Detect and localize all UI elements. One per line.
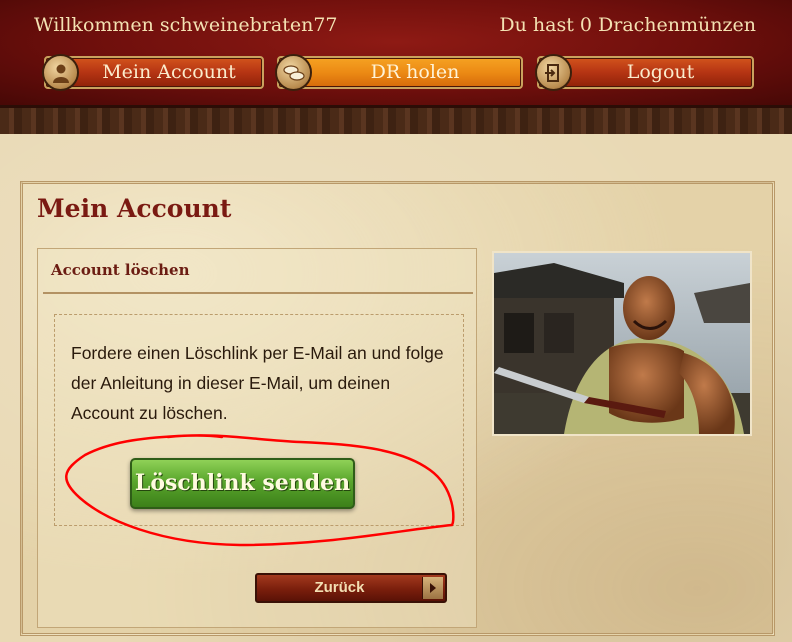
section-title: Account löschen bbox=[51, 261, 190, 279]
instructions-text: Fordere einen Löschlink per E-Mail an un… bbox=[71, 343, 444, 423]
nav-logout-button[interactable]: Logout bbox=[535, 54, 754, 91]
top-header: Willkommen schweinebraten77 Du hast 0 Dr… bbox=[0, 0, 792, 108]
dragon-coins-balance: Du hast 0 Drachenmünzen bbox=[499, 14, 756, 36]
coins-icon bbox=[275, 54, 312, 91]
nav-get-dr-label: DR holen bbox=[370, 61, 460, 83]
user-icon bbox=[42, 54, 79, 91]
back-button[interactable]: Zurück bbox=[255, 573, 447, 603]
welcome-text: Willkommen schweinebraten77 bbox=[34, 14, 338, 36]
wood-divider bbox=[0, 108, 792, 136]
door-exit-icon bbox=[535, 54, 572, 91]
page-title: Mein Account bbox=[37, 194, 232, 223]
send-delete-link-button[interactable]: Löschlink senden bbox=[130, 458, 355, 509]
nav-my-account-button[interactable]: Mein Account bbox=[42, 54, 264, 91]
back-button-label: Zurück bbox=[314, 579, 365, 596]
chevron-right-icon bbox=[422, 577, 443, 599]
character-image bbox=[492, 251, 752, 436]
section-divider bbox=[43, 292, 473, 294]
nav-get-dr-button[interactable]: DR holen bbox=[275, 54, 523, 91]
